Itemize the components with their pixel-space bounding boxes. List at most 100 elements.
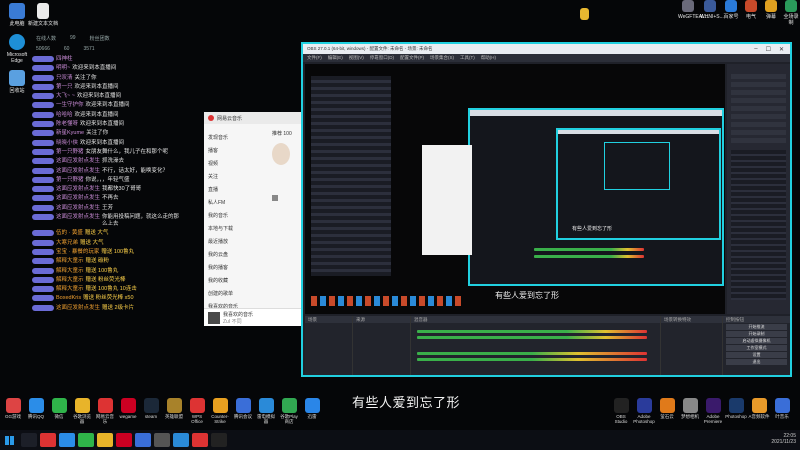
taskbar-app-9[interactable] [192,433,208,447]
obs-menu-item[interactable]: 场景集合(S) [430,54,454,62]
desktop-app[interactable]: 梦想相机 [679,398,701,419]
app-icon [704,0,716,12]
app-icon [774,398,790,413]
desktop-app[interactable]: steam [140,398,162,419]
desktop-app[interactable]: Photoshop [725,398,747,419]
music-sidebar-item[interactable]: 最近播放 [208,238,268,245]
obs-menu-item[interactable]: 停靠窗口(D) [370,54,394,62]
music-sidebar-item[interactable]: 播客 [208,147,268,154]
fan-badge [32,74,54,81]
desktop-app[interactable]: 谷歌浏览器 [71,398,93,424]
desktop-app[interactable]: 微信 [48,398,70,419]
desktop-app[interactable]: 腾讯会议 [232,398,254,419]
chat-username: 伍的 · 黄盛 [56,230,83,237]
desktop-icon-6[interactable]: 全场录制 [782,0,800,28]
obs-menu-item[interactable]: 帮助(H) [481,54,496,62]
desktop-app[interactable]: 叶音乐 [771,398,793,419]
app-label: 叶音乐 [775,414,789,419]
desktop-app[interactable]: Adobe Photoshop [633,398,655,424]
desktop-icon-2[interactable]: WHNI+S... [700,0,724,28]
obs-menu-item[interactable]: 配置文件(P) [400,54,424,62]
desktop-app[interactable]: OBS Studio [610,398,632,424]
desktop-app[interactable]: 腾讯QQ [25,398,47,419]
taskbar-app-4[interactable] [97,433,113,447]
taskbar-app-7[interactable] [154,433,170,447]
music-content: 推荐 100 [272,130,299,201]
music-sidebar-item[interactable]: 私人FM [208,199,268,206]
app-label: 迅雷 [307,414,317,419]
desktop-app[interactable]: Adobe Premiere [702,398,724,424]
taskbar-app-6[interactable] [135,433,151,447]
obs-control-button[interactable]: 退出 [726,359,787,365]
obs-preview[interactable]: 有些人爱到忘了形 有些人爱到忘了形 [305,64,725,314]
music-sidebar-item[interactable]: 我的云盘 [208,251,268,258]
maximize-icon[interactable]: ☐ [766,46,771,53]
taskbar-app-5[interactable] [116,433,132,447]
music-sidebar-item[interactable]: 关注 [208,173,268,180]
system-tray[interactable]: 22:05 2021/11/23 [771,433,796,445]
taskbar-app-2[interactable] [59,433,75,447]
volume-icon[interactable] [272,195,278,201]
taskbar-app-1[interactable] [40,433,56,447]
desktop-app[interactable]: 网易云音乐 [94,398,116,424]
obs-control-button[interactable]: 开始录制 [726,331,787,337]
desktop-app[interactable]: 谷歌Play商店 [278,398,300,424]
music-sidebar-item[interactable]: 我的播客 [208,264,268,271]
live-chat-panel: 在线人数 99 粉丝团数 50666 60 3571 四神柱 明明~ 欢迎来到本直播… [32,35,180,370]
fan-badge [32,239,54,246]
desktop-app[interactable]: 萤石云 [656,398,678,419]
chat-username: 这面应发射点发生 [56,167,101,174]
taskbar-search[interactable] [21,433,37,447]
app-label: Counter-Strike [211,414,229,424]
start-button[interactable] [0,430,18,450]
music-player-window[interactable]: 网易云音乐 发现音乐 播客 视频 关注 直播 私人FM 我的音乐 本地与下载 最近播放 我的云盘我… [204,112,301,326]
taskbar-app-3[interactable] [78,433,94,447]
obs-menu-item[interactable]: 编辑(E) [328,54,343,62]
obs-control-button[interactable]: 启动虚拟摄像机 [726,338,787,344]
desktop-app[interactable]: WPS Office [186,398,208,424]
desktop-app[interactable]: A音频软件 [748,398,770,419]
music-sidebar-item[interactable]: 发现音乐 [208,134,268,141]
obs-control-button[interactable]: 开始推流 [726,324,787,330]
taskbar-app-8[interactable] [173,433,189,447]
music-sidebar-item[interactable]: 直播 [208,186,268,193]
desktop-icon-edge[interactable]: Microsoft Edge [2,34,32,64]
desktop-app[interactable]: wegame [117,398,139,419]
music-sidebar-item[interactable]: 我的音乐 [208,212,268,219]
obs-control-button[interactable]: 设置 [726,352,787,358]
chat-message: 明明~ 欢迎来到本直播间 [32,65,180,72]
music-sidebar-item[interactable]: 本地与下载 [208,225,268,232]
taskbar-app-10[interactable] [211,433,227,447]
fan-badge [32,204,54,211]
desktop-icon-4[interactable]: 电气 [742,0,760,28]
minimize-icon[interactable]: – [754,46,757,53]
chat-text: 赠送 大气 [84,230,109,237]
desktop-app[interactable]: Counter-Strike [209,398,231,424]
music-sidebar-item[interactable]: 创建的歌单 [208,290,268,297]
app-label: 梦想相机 [681,414,699,419]
music-sidebar-item[interactable]: 视频 [208,160,268,167]
chat-message: BoxedKris 赠送 粉丝荧光棒 x50 [32,295,180,302]
music-tab-recommend[interactable]: 推荐 100 [272,130,299,137]
desktop-app[interactable]: 迅雷 [301,398,323,419]
app-icon [304,398,320,413]
desktop-icon-text-doc[interactable]: 新建文本文档 [28,3,58,27]
music-sidebar-item[interactable]: 我的收藏 [208,277,268,284]
desktop-app[interactable]: 英雄联盟 [163,398,185,419]
desktop-app[interactable]: GG游戏 [2,398,24,419]
desktop-icon-5[interactable]: 弹幕 [762,0,780,28]
obs-window[interactable]: OBS 27.0.1 (64-bit, windows) - 配置文件: 未命名… [301,42,792,377]
desktop-icon-1[interactable]: WeGFTEAL... [678,0,709,28]
chat-username: 一生守护你 [56,102,84,109]
desktop-app[interactable]: 雷电模拟器 [255,398,277,424]
close-icon[interactable]: ✕ [779,46,784,53]
desktop-icon-3[interactable]: 百家号 [722,0,740,28]
obs-control-button[interactable]: 工作室模式 [726,345,787,351]
desktop-icon-recycle[interactable]: 回收站 [2,70,32,94]
app-icon [682,398,698,413]
fan-badge [32,167,54,174]
obs-menu-item[interactable]: 视图(V) [349,54,364,62]
obs-menu-item[interactable]: 工具(T) [460,54,475,62]
obs-menu-item[interactable]: 文件(F) [307,54,322,62]
fan-badge [32,186,54,193]
